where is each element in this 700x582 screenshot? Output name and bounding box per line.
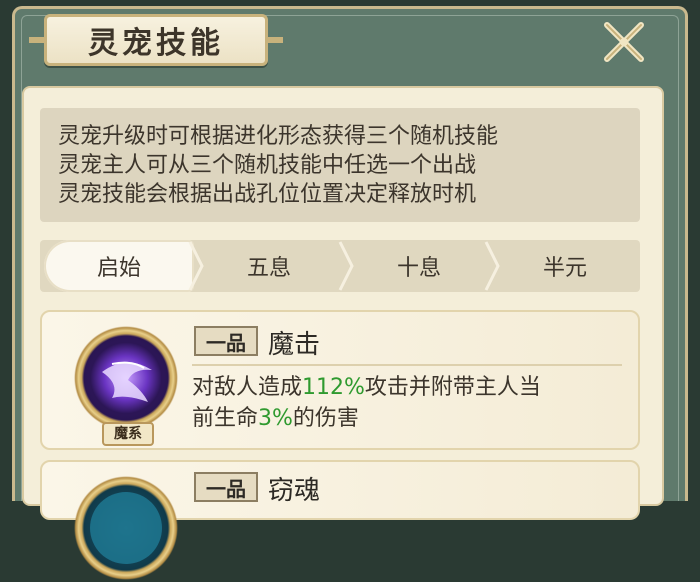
description-line: 灵宠升级时可根据进化形态获得三个随机技能 (58, 124, 499, 149)
tab-qishi[interactable]: 启始 (44, 240, 194, 292)
description-line: 灵宠技能会根据出战孔位位置决定释放时机 (58, 182, 477, 207)
desc-text: 前生命 (192, 406, 259, 431)
desc-highlight: 112% (302, 375, 365, 400)
skill-description: 对敌人造成112%攻击并附带主人当 前生命3%的伤害 (192, 372, 632, 434)
tab-label: 十息 (396, 256, 441, 281)
desc-text: 攻击并附带主人当 (364, 375, 541, 400)
demon-strike-icon (90, 342, 162, 414)
tab-label: 半元 (542, 256, 587, 281)
tab-bar: 启始 五息 十息 半元 (40, 240, 640, 292)
skill-name: 魔击 (268, 330, 321, 360)
desc-text: 的伤害 (292, 406, 359, 431)
skill-grade-badge: 一品 (194, 472, 258, 502)
skill-description-line: 对敌人造成112%攻击并附带主人当 (192, 372, 632, 403)
skill-description-line: 前生命3%的伤害 (192, 403, 632, 434)
title-plaque: 灵宠技能 (29, 14, 283, 66)
skill-grade-badge: 一品 (194, 326, 258, 356)
skill-icon: 魔系 (72, 324, 180, 446)
close-button[interactable] (598, 16, 650, 68)
close-x-icon (604, 22, 644, 62)
skill-card[interactable]: 魔系 一品 魔击 对敌人造成112%攻击并附带主人当 前生命3%的伤害 (40, 310, 640, 450)
skill-type-tag: 魔系 (102, 422, 154, 446)
desc-highlight: 3% (258, 406, 293, 431)
description-box: 灵宠升级时可根据进化形态获得三个随机技能 灵宠主人可从三个随机技能中任选一个出战… (40, 108, 640, 222)
description-line: 灵宠主人可从三个随机技能中任选一个出战 (58, 153, 477, 178)
skill-name: 窃魂 (268, 476, 321, 506)
tab-shixi[interactable]: 十息 (344, 240, 494, 292)
tab-label: 五息 (246, 256, 291, 281)
tab-wuxi[interactable]: 五息 (194, 240, 344, 292)
window-title: 灵宠技能 (88, 26, 224, 61)
desc-text: 对敌人造成 (192, 375, 303, 400)
divider (192, 364, 622, 366)
tab-label: 启始 (96, 256, 141, 281)
soul-steal-icon (90, 492, 162, 564)
tab-banyuan[interactable]: 半元 (490, 240, 640, 292)
skill-card[interactable]: 一品 窃魂 (40, 460, 640, 582)
skill-icon (72, 474, 180, 582)
